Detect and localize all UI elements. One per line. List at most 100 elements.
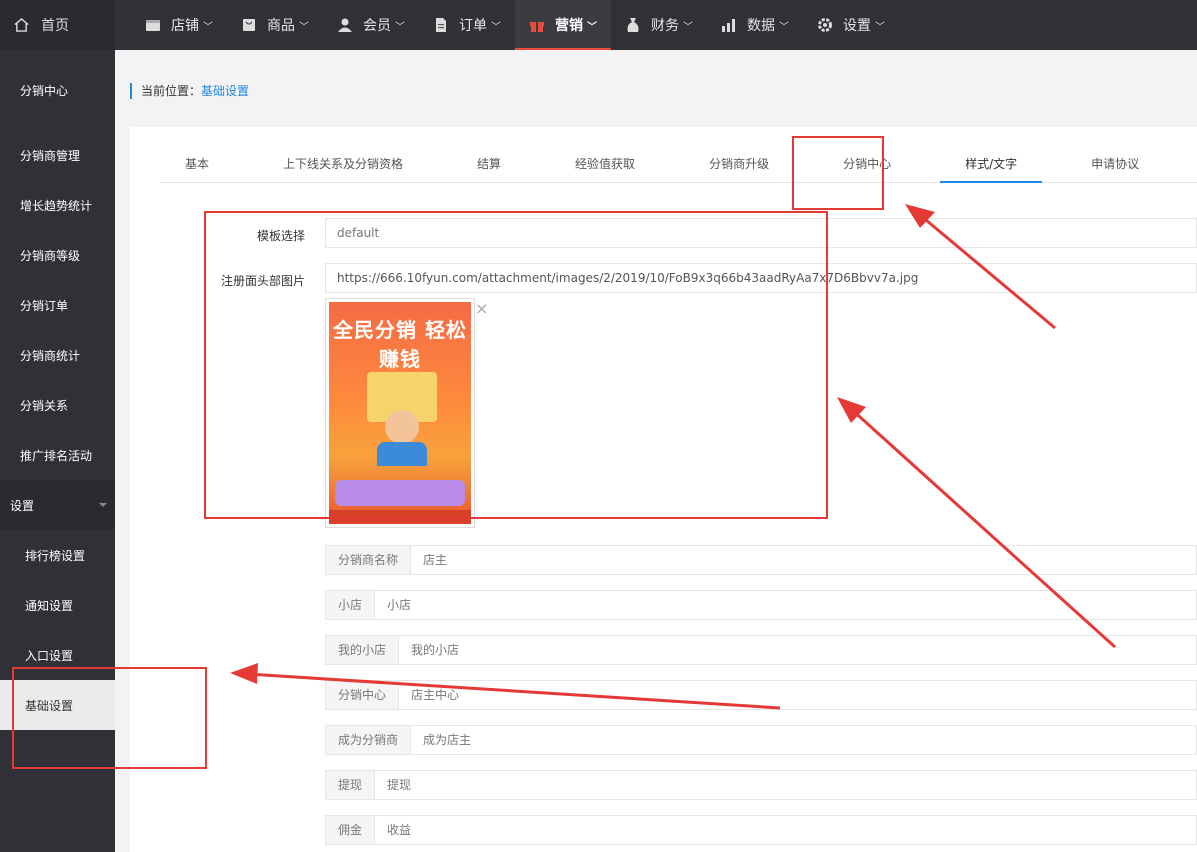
tab-distribution-center[interactable]: 分销中心 <box>818 147 916 183</box>
sidebar-item-entry-settings[interactable]: 入口设置 <box>0 630 115 680</box>
bar-chart-icon <box>722 19 735 32</box>
nav-data[interactable]: 数据 ﹀ <box>707 0 803 50</box>
chevron-down-icon: ﹀ <box>395 21 405 33</box>
template-select[interactable]: default <box>325 218 1197 248</box>
tab-settlement[interactable]: 结算 <box>452 147 526 183</box>
sidebar-item-growth-stats[interactable]: 增长趋势统计 <box>0 180 115 230</box>
home-link[interactable]: 首页 <box>0 0 115 50</box>
nav-marketing[interactable]: 营销 ﹀ <box>515 0 611 50</box>
nav-settings[interactable]: 设置 ﹀ <box>803 0 899 50</box>
tab-agreement[interactable]: 申请协议 <box>1066 147 1164 183</box>
field-value[interactable]: 店主 <box>411 546 447 574</box>
chevron-down-icon: ﹀ <box>299 21 309 33</box>
top-navbar: 首页 店铺 ﹀ 商品 ﹀ 会员 ﹀ 订单 ﹀ 营销 ﹀ 财务 ﹀ 数据 ﹀ 设置… <box>0 0 1197 50</box>
breadcrumb-link[interactable]: 基础设置 <box>201 84 249 98</box>
field-label: 佣金 <box>326 816 376 844</box>
sidebar-group-settings[interactable]: 设置 <box>0 480 115 530</box>
chevron-down-icon: ﹀ <box>779 21 789 33</box>
goods-icon <box>243 19 255 31</box>
gift-icon <box>530 22 544 32</box>
sidebar-item-distribution-relations[interactable]: 分销关系 <box>0 380 115 430</box>
sidebar-item-distributor-level[interactable]: 分销商等级 <box>0 230 115 280</box>
tab-upgrade[interactable]: 分销商升级 <box>684 147 794 183</box>
member-icon <box>338 18 352 32</box>
field-value[interactable]: 店主中心 <box>399 681 459 709</box>
sidebar-item-notify-settings[interactable]: 通知设置 <box>0 580 115 630</box>
field-value[interactable]: 小店 <box>375 591 411 619</box>
sidebar-item-ranking-activity[interactable]: 推广排名活动 <box>0 430 115 480</box>
tab-experience[interactable]: 经验值获取 <box>550 147 660 183</box>
field-value[interactable]: 提现 <box>375 771 411 799</box>
nav-finance[interactable]: 财务 ﹀ <box>611 0 707 50</box>
gear-icon <box>818 18 832 32</box>
chevron-down-icon: ﹀ <box>875 21 885 33</box>
money-bag-icon <box>627 18 639 32</box>
field-label: 分销商名称 <box>326 546 412 574</box>
nav-member[interactable]: 会员 ﹀ <box>323 0 419 50</box>
settings-panel: 基本 上下线关系及分销资格 结算 经验值获取 分销商升级 分销中心 样式/文字 … <box>130 127 1197 852</box>
sidebar-item-basic-settings[interactable]: 基础设置 <box>0 680 115 730</box>
field-distribution-center[interactable]: 分销中心 店主中心 <box>325 680 1197 710</box>
poster-character <box>385 410 419 444</box>
field-become-distributor[interactable]: 成为分销商 成为店主 <box>325 725 1197 755</box>
field-value[interactable]: 收益 <box>375 816 411 844</box>
field-label: 成为分销商 <box>326 726 412 754</box>
main-content: 当前位置：基础设置 基本 上下线关系及分销资格 结算 经验值获取 分销商升级 分… <box>115 50 1197 852</box>
field-label: 提现 <box>326 771 376 799</box>
chevron-down-icon: ﹀ <box>587 21 597 33</box>
nav-label: 订单 <box>459 18 487 34</box>
tab-relations[interactable]: 上下线关系及分销资格 <box>258 147 428 183</box>
poster-banner <box>335 480 465 506</box>
nav-label: 数据 <box>747 18 775 34</box>
sidebar-item-distribution-orders[interactable]: 分销订单 <box>0 280 115 330</box>
nav-label: 店铺 <box>171 18 199 34</box>
nav-label: 设置 <box>843 18 871 34</box>
poster-character-body <box>377 442 427 466</box>
field-label: 我的小店 <box>326 636 400 664</box>
breadcrumb: 当前位置：基础设置 <box>130 83 249 99</box>
nav-label: 商品 <box>267 18 295 34</box>
tab-bar: 基本 上下线关系及分销资格 结算 经验值获取 分销商升级 分销中心 样式/文字 … <box>160 147 1197 183</box>
chevron-down-icon: ﹀ <box>491 21 501 33</box>
nav-label: 财务 <box>651 18 679 34</box>
header-image-url-input[interactable]: https://666.10fyun.com/attachment/images… <box>325 263 1197 293</box>
sidebar-item-distributor-management[interactable]: 分销商管理 <box>0 130 115 180</box>
home-label: 首页 <box>41 18 69 34</box>
nav-order[interactable]: 订单 ﹀ <box>419 0 515 50</box>
nav-goods[interactable]: 商品 ﹀ <box>227 0 323 50</box>
template-label: 模板选择 <box>256 229 305 243</box>
sidebar-item-ranking-settings[interactable]: 排行榜设置 <box>0 530 115 580</box>
header-image-label: 注册面头部图片 <box>220 274 305 288</box>
field-label: 分销中心 <box>326 681 400 709</box>
tab-basic[interactable]: 基本 <box>160 147 234 183</box>
field-value[interactable]: 成为店主 <box>411 726 471 754</box>
field-value[interactable]: 我的小店 <box>399 636 459 664</box>
poster-footer <box>329 510 471 524</box>
chevron-down-icon: ﹀ <box>683 21 693 33</box>
store-icon <box>146 20 160 31</box>
field-distributor-name[interactable]: 分销商名称 店主 <box>325 545 1197 575</box>
chevron-down-icon: ﹀ <box>203 21 213 33</box>
field-withdraw[interactable]: 提现 提现 <box>325 770 1197 800</box>
breadcrumb-prefix: 当前位置： <box>141 84 202 98</box>
nav-label: 营销 <box>555 18 583 34</box>
poster-image: 全民分销 轻松赚钱 <box>329 302 471 524</box>
remove-image-icon[interactable]: × <box>475 299 488 318</box>
field-label: 小店 <box>326 591 376 619</box>
sidebar-item-distribution-center[interactable]: 分销中心 <box>0 50 115 130</box>
caret-down-icon <box>99 503 107 507</box>
nav-label: 会员 <box>363 18 391 34</box>
sidebar-item-distributor-stats[interactable]: 分销商统计 <box>0 330 115 380</box>
home-icon <box>14 18 29 32</box>
poster-text: 全民分销 轻松赚钱 <box>333 318 467 371</box>
main-nav: 店铺 ﹀ 商品 ﹀ 会员 ﹀ 订单 ﹀ 营销 ﹀ 财务 ﹀ 数据 ﹀ 设置 ﹀ <box>131 0 899 50</box>
sidebar-group-label: 设置 <box>10 498 35 513</box>
field-shop[interactable]: 小店 小店 <box>325 590 1197 620</box>
order-icon <box>436 18 446 32</box>
field-my-shop[interactable]: 我的小店 我的小店 <box>325 635 1197 665</box>
nav-store[interactable]: 店铺 ﹀ <box>131 0 227 50</box>
tab-style-text[interactable]: 样式/文字 <box>940 147 1043 183</box>
field-commission[interactable]: 佣金 收益 <box>325 815 1197 845</box>
header-image-preview: 全民分销 轻松赚钱 <box>325 298 475 528</box>
sidebar: 分销中心 分销商管理 增长趋势统计 分销商等级 分销订单 分销商统计 分销关系 … <box>0 50 115 852</box>
